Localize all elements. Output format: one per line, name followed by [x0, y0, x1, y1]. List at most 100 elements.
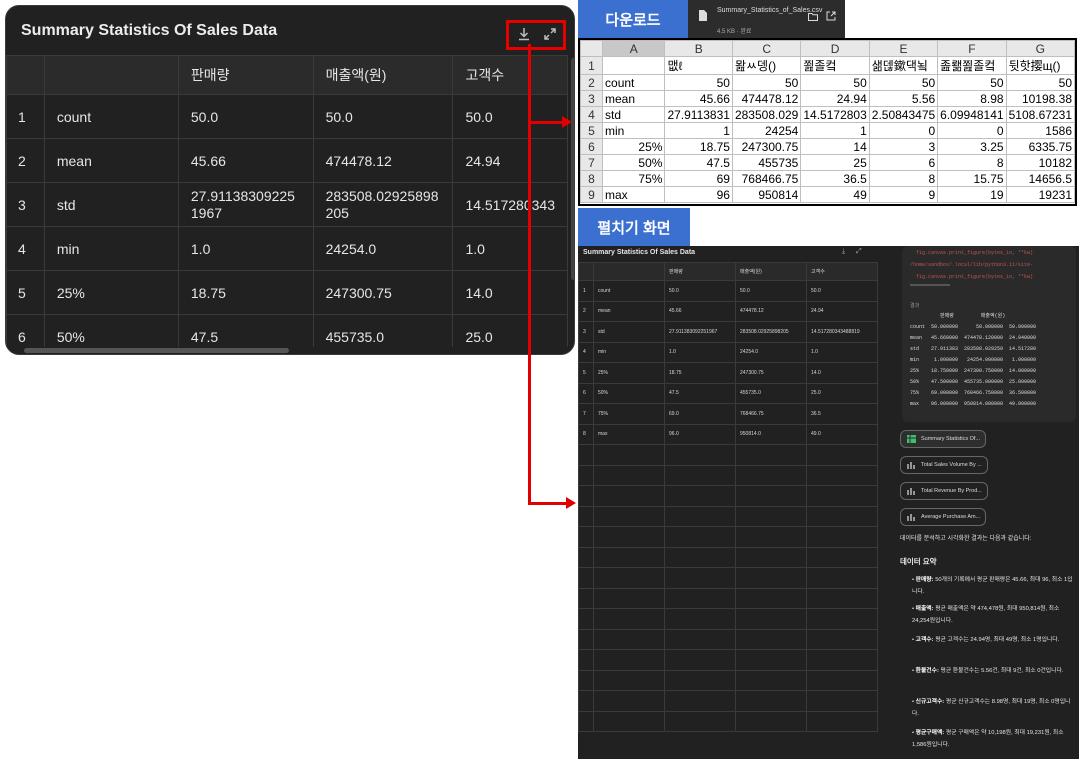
cell[interactable]: 쬞졸컼: [800, 56, 870, 75]
corner-cell[interactable]: [580, 40, 604, 57]
cell[interactable]: 50: [868, 74, 939, 91]
cell[interactable]: 8.98: [937, 90, 1007, 107]
column-header[interactable]: A: [602, 40, 666, 57]
row-header[interactable]: 6: [580, 138, 604, 155]
cell[interactable]: 6335.75: [1005, 138, 1075, 155]
cell[interactable]: 50: [731, 74, 802, 91]
chart-chip-summary-statistics[interactable]: Summary Statistics Of...: [900, 430, 986, 448]
download-filename[interactable]: Summary_Statistics_of_Sales.csv: [717, 6, 822, 15]
column-header[interactable]: 판매량: [177, 55, 314, 95]
row-header[interactable]: 9: [580, 186, 604, 203]
cell[interactable]: 18.75: [664, 138, 733, 155]
row-header[interactable]: 8: [580, 170, 604, 187]
horizontal-scrollbar[interactable]: [24, 348, 289, 353]
cell[interactable]: 50: [1005, 74, 1075, 91]
column-header[interactable]: C: [731, 40, 802, 57]
cell[interactable]: 474478.12: [731, 90, 802, 107]
expanded-table-area[interactable]: 판매량 매출액(원) 고객수 1 count 50.0 50.0 50.0 2 …: [578, 262, 896, 759]
row-header[interactable]: 5: [580, 122, 604, 139]
cell[interactable]: 14: [800, 138, 870, 155]
cell[interactable]: mean: [602, 90, 666, 107]
cell[interactable]: count: [602, 74, 666, 91]
row-header[interactable]: 4: [580, 106, 604, 123]
cell[interactable]: min: [602, 122, 666, 139]
cell[interactable]: 36.5: [800, 170, 870, 187]
cell[interactable]: 25%: [602, 138, 666, 155]
cell[interactable]: 950814: [731, 186, 802, 203]
cell[interactable]: 5.56: [868, 90, 939, 107]
cell[interactable]: 10198.38: [1005, 90, 1075, 107]
open-external-icon[interactable]: [826, 8, 836, 26]
cell[interactable]: 768466.75: [731, 170, 802, 187]
cell[interactable]: 50: [664, 74, 733, 91]
cell[interactable]: 뫒ㅆ뎅(): [731, 56, 802, 75]
row-header[interactable]: 7: [580, 154, 604, 171]
chart-chip-total-revenue[interactable]: Total Revenue By Prod...: [900, 482, 988, 500]
cell[interactable]: 45.66: [664, 90, 733, 107]
row-header[interactable]: 3: [580, 90, 604, 107]
expand-icon[interactable]: [543, 27, 557, 45]
cell[interactable]: 3.25: [937, 138, 1007, 155]
cell[interactable]: 샒덶鏉댁뇤: [868, 56, 939, 75]
cell[interactable]: 24.94: [800, 90, 870, 107]
cell[interactable]: 49: [800, 186, 870, 203]
cell[interactable]: 6: [868, 154, 939, 171]
cell[interactable]: 9: [868, 186, 939, 203]
download-icon[interactable]: [517, 27, 531, 45]
chart-chip-average-purchase[interactable]: Average Purchase Am...: [900, 508, 987, 526]
cell[interactable]: 15.75: [937, 170, 1007, 187]
cell[interactable]: 27.9113831: [664, 106, 733, 123]
cell[interactable]: 14.5172803: [800, 106, 870, 123]
row-header[interactable]: 2: [580, 74, 604, 91]
cell[interactable]: 5108.67231: [1005, 106, 1075, 123]
cell[interactable]: 0: [868, 122, 939, 139]
cell[interactable]: std: [602, 106, 666, 123]
cell[interactable]: 50%: [602, 154, 666, 171]
cell[interactable]: 10182: [1005, 154, 1075, 171]
cell[interactable]: 19231: [1005, 186, 1075, 203]
cell[interactable]: 47.5: [664, 154, 733, 171]
column-header[interactable]: 고객수: [806, 262, 878, 281]
cell[interactable]: max: [602, 186, 666, 203]
column-header[interactable]: E: [868, 40, 939, 57]
cell[interactable]: 50: [800, 74, 870, 91]
cell[interactable]: 졾뢞쬞졸컼: [937, 56, 1007, 75]
column-header[interactable]: 매출액(원): [312, 55, 454, 95]
cell[interactable]: 50: [937, 74, 1007, 91]
cell[interactable]: 25: [800, 154, 870, 171]
table-scroll-area[interactable]: 판매량 매출액(원) 고객수 1 count 50.0 50.0 50.0 2 …: [6, 55, 568, 347]
column-header[interactable]: B: [664, 40, 733, 57]
cell[interactable]: 247300.75: [731, 138, 802, 155]
column-header[interactable]: D: [800, 40, 870, 57]
column-header[interactable]: 매출액(원): [735, 262, 807, 281]
cell[interactable]: 뒷핫撄щ(): [1005, 56, 1075, 75]
column-header[interactable]: G: [1005, 40, 1075, 57]
row-header[interactable]: 1: [580, 56, 604, 75]
cell[interactable]: 1: [664, 122, 733, 139]
column-header[interactable]: F: [937, 40, 1007, 57]
cell[interactable]: 19: [937, 186, 1007, 203]
cell[interactable]: 3: [868, 138, 939, 155]
cell[interactable]: 96: [664, 186, 733, 203]
cell[interactable]: 69: [664, 170, 733, 187]
cell[interactable]: 8: [868, 170, 939, 187]
cell[interactable]: 0: [937, 122, 1007, 139]
chart-chip-total-sales-volume[interactable]: Total Sales Volume By ...: [900, 456, 988, 474]
column-header[interactable]: 고객수: [452, 55, 568, 95]
cell[interactable]: 2.50843475: [868, 106, 939, 123]
cell[interactable]: 14656.5: [1005, 170, 1075, 187]
cell[interactable]: [602, 56, 666, 75]
cell[interactable]: 8: [937, 154, 1007, 171]
cell[interactable]: 1586: [1005, 122, 1075, 139]
cell[interactable]: 455735: [731, 154, 802, 171]
cell[interactable]: 6.09948141: [937, 106, 1007, 123]
expand-icon[interactable]: ⤢: [856, 248, 862, 256]
cell[interactable]: 75%: [602, 170, 666, 187]
cell[interactable]: 1: [800, 122, 870, 139]
cell[interactable]: 24254: [731, 122, 802, 139]
cell[interactable]: 283508.029: [731, 106, 802, 123]
column-header[interactable]: 판매량: [664, 262, 736, 281]
vertical-scrollbar[interactable]: [571, 58, 574, 280]
download-icon[interactable]: ⤓: [842, 248, 845, 256]
cell[interactable]: 맶ℓ: [664, 56, 733, 75]
